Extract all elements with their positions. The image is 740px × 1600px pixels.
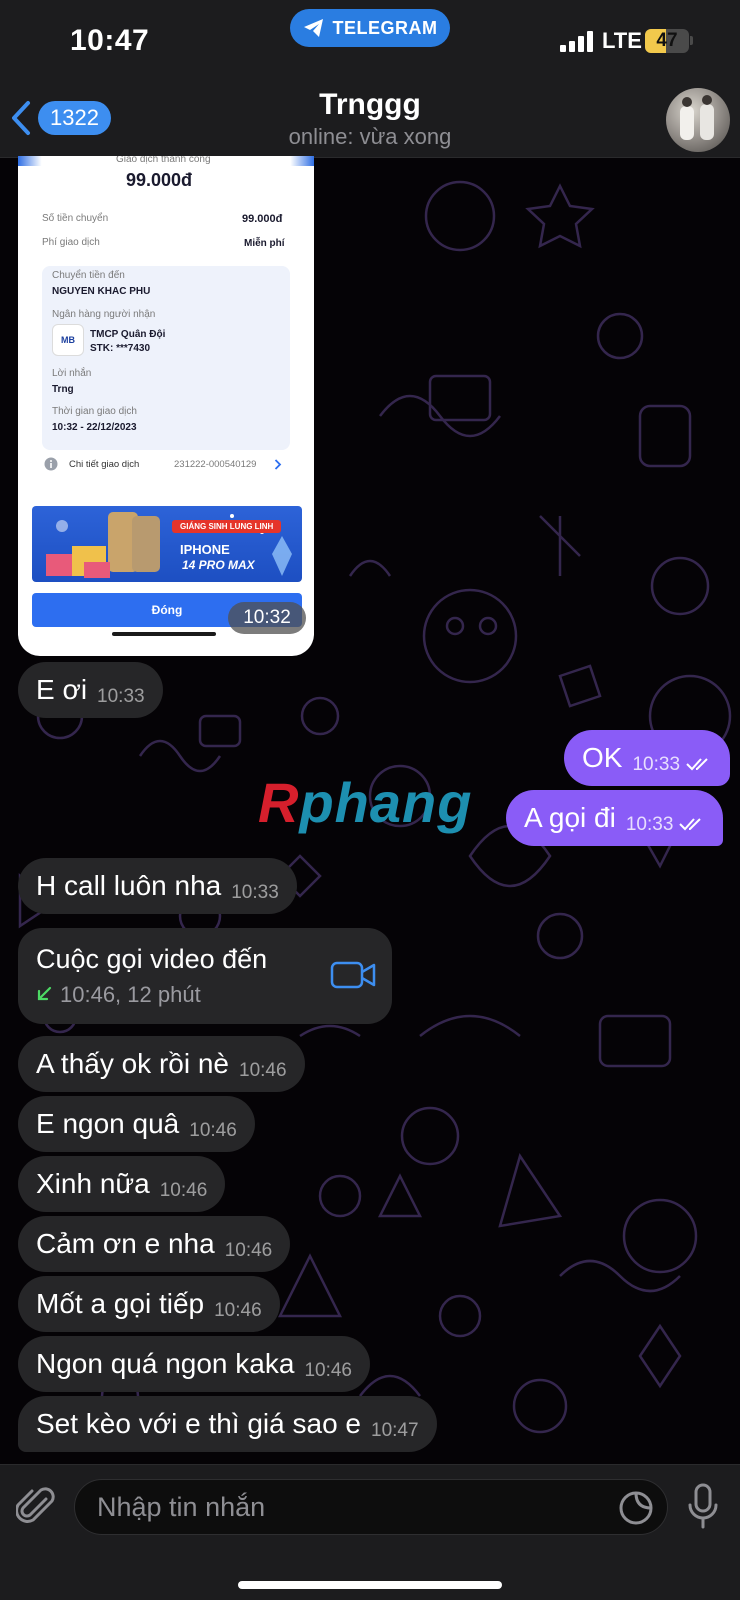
message-text: A thấy ok rồi nè: [36, 1048, 230, 1079]
detail-label: Chi tiết giao dịch: [69, 459, 140, 470]
battery-cap: [690, 36, 693, 45]
message-text: Mốt a gọi tiếp: [36, 1288, 205, 1319]
message-incoming[interactable]: Cảm ơn e nha 10:46: [18, 1216, 291, 1272]
receipt-status: Giao dịch thành công: [116, 156, 211, 165]
detail-code: 231222-000540129: [174, 459, 257, 470]
call-detail: 10:46, 12 phút: [60, 982, 201, 1007]
call-title: Cuộc gọi video đến: [36, 944, 268, 974]
video-call-message[interactable]: Cuộc gọi video đến 10:46, 12 phút: [18, 928, 392, 1024]
message-input[interactable]: Nhập tin nhắn: [74, 1479, 668, 1535]
message-composer: Nhập tin nhắn: [0, 1464, 740, 1600]
message-time: 10:46: [239, 1060, 287, 1081]
battery-icon: 47: [645, 29, 689, 53]
paperclip-icon[interactable]: [16, 1485, 56, 1529]
message-text: Set kèo với e thì giá sao e: [36, 1408, 361, 1439]
message-incoming[interactable]: Xinh nữa 10:46: [18, 1156, 226, 1212]
network-label: LTE: [602, 28, 642, 53]
fee-value: Miễn phí: [244, 238, 285, 249]
banner-tag: GIÁNG SINH LUNG LINH: [172, 520, 282, 533]
bank-label: Ngân hàng người nhận: [52, 309, 156, 320]
watermark-initial: R: [258, 771, 300, 834]
message-incoming[interactable]: A thấy ok rồi nè 10:46: [18, 1036, 305, 1092]
message-incoming[interactable]: Ngon quá ngon kaka 10:46: [18, 1336, 370, 1392]
receipt-amount: 99.000đ: [126, 170, 193, 190]
image-timestamp: 10:32: [228, 602, 306, 634]
status-time: 10:47: [70, 24, 150, 57]
message-time: 10:33: [625, 814, 674, 835]
message-time: 10:47: [371, 1420, 419, 1441]
receipt-home-indicator: [112, 632, 216, 636]
message-incoming[interactable]: Mốt a gọi tiếp 10:46: [18, 1276, 280, 1332]
message-incoming[interactable]: Set kèo với e thì giá sao e 10:47: [18, 1396, 437, 1452]
message-time: 10:33: [97, 686, 145, 707]
chat-status: online: vừa xong: [288, 124, 452, 149]
watermark-text: phang: [299, 771, 473, 834]
message-outgoing[interactable]: A gọi đi 10:33: [506, 790, 724, 846]
app-pill-label: TELEGRAM: [332, 17, 438, 38]
message-text: OK: [582, 742, 623, 773]
message-text: H call luôn nha: [36, 870, 222, 901]
message-text: E ngon quâ: [36, 1108, 180, 1139]
fee-label: Phí giao dịch: [42, 237, 100, 248]
message-time: 10:46: [214, 1300, 262, 1321]
message-text: Ngon quá ngon kaka: [36, 1348, 295, 1379]
transfer-amount-label: Số tiền chuyển: [42, 213, 109, 224]
message-time: 10:46: [304, 1360, 352, 1381]
message-incoming[interactable]: E ngon quâ 10:46: [18, 1096, 255, 1152]
double-check-icon: [686, 758, 708, 771]
video-camera-icon[interactable]: [330, 960, 376, 990]
navigation-header: 10:47 TELEGRAM LTE 47 1322 Trnggg online…: [0, 0, 740, 158]
bank-logo: MB: [52, 324, 84, 356]
account-number: STK: ***7430: [90, 343, 151, 354]
microphone-icon[interactable]: [686, 1483, 720, 1529]
banner-subtitle: 14 PRO MAX: [182, 558, 255, 572]
transaction-time: 10:32 - 22/12/2023: [52, 422, 137, 433]
bank-name: TMCP Quân Đội: [90, 329, 166, 340]
message-text: Cảm ơn e nha: [36, 1228, 215, 1259]
note-label: Lời nhắn: [52, 368, 92, 379]
note-value: Trng: [52, 384, 74, 395]
message-text: E ơi: [36, 674, 88, 705]
to-label: Chuyển tiền đến: [52, 270, 125, 281]
message-input-placeholder: Nhập tin nhắn: [97, 1492, 266, 1522]
double-check-icon: [679, 818, 702, 831]
time-label: Thời gian giao dịch: [52, 406, 137, 417]
message-outgoing[interactable]: OK 10:33: [564, 730, 731, 786]
home-indicator: [238, 1581, 502, 1589]
message-time: 10:33: [231, 882, 279, 903]
signal-icon: [560, 30, 594, 52]
message-incoming[interactable]: H call luôn nha 10:33: [18, 858, 297, 914]
avatar-image: [680, 95, 714, 140]
info-icon: [44, 457, 58, 471]
message-time: 10:46: [189, 1120, 237, 1141]
watermark: Rphang: [258, 770, 472, 835]
banner-title: IPHONE: [180, 542, 230, 557]
image-message[interactable]: Giao dịch thành công 99.000đ Số tiền chu…: [18, 156, 314, 656]
app-pill[interactable]: TELEGRAM: [290, 9, 450, 47]
message-time: 10:33: [632, 754, 681, 775]
promo-illustration: [46, 512, 292, 578]
message-time: 10:46: [159, 1180, 208, 1201]
incoming-arrow-icon: [37, 986, 52, 1001]
message-incoming[interactable]: E ơi 10:33: [18, 662, 163, 718]
message-time: 10:46: [224, 1240, 273, 1261]
promo-banner: GIÁNG SINH LUNG LINH IPHONE 14 PRO MAX: [32, 506, 302, 582]
battery-level: 47: [656, 30, 678, 51]
chevron-right-icon: [274, 459, 282, 470]
message-text: Xinh nữa: [36, 1168, 150, 1199]
transfer-amount: 99.000đ: [242, 213, 283, 225]
sticker-icon[interactable]: [617, 1489, 655, 1527]
message-text: A gọi đi: [524, 802, 616, 833]
chat-title[interactable]: Trnggg: [0, 88, 740, 122]
recipient-name: NGUYEN KHAC PHU: [52, 286, 151, 297]
avatar[interactable]: [666, 88, 730, 152]
telegram-icon: [303, 19, 323, 37]
